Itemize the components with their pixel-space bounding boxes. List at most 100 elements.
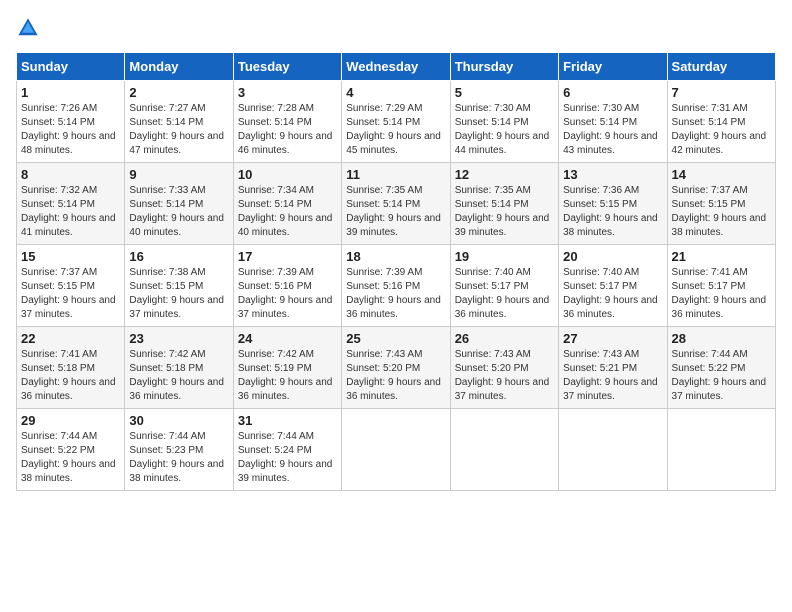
day-info: Sunrise: 7:30 AMSunset: 5:14 PMDaylight:… <box>563 102 662 158</box>
day-info: Sunrise: 7:29 AMSunset: 5:14 PMDaylight:… <box>346 102 445 158</box>
day-info: Sunrise: 7:34 AMSunset: 5:14 PMDaylight:… <box>238 184 337 240</box>
day-number: 7 <box>672 85 771 100</box>
calendar-cell: 22 Sunrise: 7:41 AMSunset: 5:18 PMDayligh… <box>17 327 125 409</box>
calendar-cell: 10 Sunrise: 7:34 AMSunset: 5:14 PMDayligh… <box>233 163 341 245</box>
day-number: 20 <box>563 249 662 264</box>
calendar-cell: 31 Sunrise: 7:44 AMSunset: 5:24 PMDayligh… <box>233 409 341 491</box>
day-number: 28 <box>672 331 771 346</box>
calendar-cell: 23 Sunrise: 7:42 AMSunset: 5:18 PMDayligh… <box>125 327 233 409</box>
calendar-cell: 27Sunrise: 7:43 AMSunset: 5:21 PMDayligh… <box>559 327 667 409</box>
day-number: 2 <box>129 85 228 100</box>
calendar-cell: 2 Sunrise: 7:27 AMSunset: 5:14 PMDaylight… <box>125 81 233 163</box>
day-number: 30 <box>129 413 228 428</box>
day-number: 15 <box>21 249 120 264</box>
day-info: Sunrise: 7:43 AMSunset: 5:20 PMDaylight:… <box>346 348 445 404</box>
day-header-thursday: Thursday <box>450 53 558 81</box>
calendar-cell: 26 Sunrise: 7:43 AMSunset: 5:20 PMDayligh… <box>450 327 558 409</box>
calendar-cell <box>342 409 450 491</box>
day-number: 17 <box>238 249 337 264</box>
calendar-cell: 21 Sunrise: 7:41 AMSunset: 5:17 PMDayligh… <box>667 245 775 327</box>
day-number: 26 <box>455 331 554 346</box>
day-info: Sunrise: 7:36 AMSunset: 5:15 PMDaylight:… <box>563 184 662 240</box>
day-header-sunday: Sunday <box>17 53 125 81</box>
day-number: 25 <box>346 331 445 346</box>
calendar-cell: 14 Sunrise: 7:37 AMSunset: 5:15 PMDayligh… <box>667 163 775 245</box>
day-number: 1 <box>21 85 120 100</box>
day-number: 22 <box>21 331 120 346</box>
day-info: Sunrise: 7:44 AMSunset: 5:22 PMDaylight:… <box>672 348 771 404</box>
day-number: 9 <box>129 167 228 182</box>
day-info: Sunrise: 7:40 AMSunset: 5:17 PMDaylight:… <box>455 266 554 322</box>
calendar-cell: 4 Sunrise: 7:29 AMSunset: 5:14 PMDaylight… <box>342 81 450 163</box>
calendar-cell: 3 Sunrise: 7:28 AMSunset: 5:14 PMDaylight… <box>233 81 341 163</box>
calendar-cell: 25 Sunrise: 7:43 AMSunset: 5:20 PMDayligh… <box>342 327 450 409</box>
day-info: Sunrise: 7:28 AMSunset: 5:14 PMDaylight:… <box>238 102 337 158</box>
page-header <box>16 16 776 40</box>
calendar-cell: 13 Sunrise: 7:36 AMSunset: 5:15 PMDayligh… <box>559 163 667 245</box>
day-number: 24 <box>238 331 337 346</box>
calendar-cell: 9 Sunrise: 7:33 AMSunset: 5:14 PMDaylight… <box>125 163 233 245</box>
calendar-cell: 24 Sunrise: 7:42 AMSunset: 5:19 PMDayligh… <box>233 327 341 409</box>
day-info: Sunrise: 7:41 AMSunset: 5:17 PMDaylight:… <box>672 266 771 322</box>
day-info: Sunrise: 7:40 AMSunset: 5:17 PMDaylight:… <box>563 266 662 322</box>
day-number: 13 <box>563 167 662 182</box>
day-info: Sunrise: 7:39 AMSunset: 5:16 PMDaylight:… <box>238 266 337 322</box>
day-info: Sunrise: 7:39 AMSunset: 5:16 PMDaylight:… <box>346 266 445 322</box>
calendar-cell: 12 Sunrise: 7:35 AMSunset: 5:14 PMDayligh… <box>450 163 558 245</box>
day-number: 12 <box>455 167 554 182</box>
calendar-cell: 15 Sunrise: 7:37 AMSunset: 5:15 PMDayligh… <box>17 245 125 327</box>
day-info: Sunrise: 7:44 AMSunset: 5:24 PMDaylight:… <box>238 430 337 486</box>
day-number: 19 <box>455 249 554 264</box>
calendar-cell: 20 Sunrise: 7:40 AMSunset: 5:17 PMDayligh… <box>559 245 667 327</box>
day-header-monday: Monday <box>125 53 233 81</box>
calendar-cell: 8 Sunrise: 7:32 AMSunset: 5:14 PMDaylight… <box>17 163 125 245</box>
day-info: Sunrise: 7:43 AMSunset: 5:20 PMDaylight:… <box>455 348 554 404</box>
calendar-cell <box>559 409 667 491</box>
day-info: Sunrise: 7:44 AMSunset: 5:22 PMDaylight:… <box>21 430 120 486</box>
day-info: Sunrise: 7:27 AMSunset: 5:14 PMDaylight:… <box>129 102 228 158</box>
day-info: Sunrise: 7:41 AMSunset: 5:18 PMDaylight:… <box>21 348 120 404</box>
day-number: 31 <box>238 413 337 428</box>
day-info: Sunrise: 7:43 AMSunset: 5:21 PMDaylight:… <box>563 348 662 404</box>
day-info: Sunrise: 7:35 AMSunset: 5:14 PMDaylight:… <box>455 184 554 240</box>
day-number: 18 <box>346 249 445 264</box>
calendar-cell: 5 Sunrise: 7:30 AMSunset: 5:14 PMDaylight… <box>450 81 558 163</box>
calendar-cell: 19 Sunrise: 7:40 AMSunset: 5:17 PMDayligh… <box>450 245 558 327</box>
calendar-cell: 1 Sunrise: 7:26 AMSunset: 5:14 PMDaylight… <box>17 81 125 163</box>
calendar-cell: 7 Sunrise: 7:31 AMSunset: 5:14 PMDaylight… <box>667 81 775 163</box>
calendar-cell: 18 Sunrise: 7:39 AMSunset: 5:16 PMDayligh… <box>342 245 450 327</box>
day-header-friday: Friday <box>559 53 667 81</box>
day-info: Sunrise: 7:42 AMSunset: 5:18 PMDaylight:… <box>129 348 228 404</box>
day-info: Sunrise: 7:37 AMSunset: 5:15 PMDaylight:… <box>21 266 120 322</box>
day-number: 3 <box>238 85 337 100</box>
calendar-cell: 17 Sunrise: 7:39 AMSunset: 5:16 PMDayligh… <box>233 245 341 327</box>
calendar-cell <box>667 409 775 491</box>
day-info: Sunrise: 7:33 AMSunset: 5:14 PMDaylight:… <box>129 184 228 240</box>
day-info: Sunrise: 7:35 AMSunset: 5:14 PMDaylight:… <box>346 184 445 240</box>
day-header-tuesday: Tuesday <box>233 53 341 81</box>
day-info: Sunrise: 7:31 AMSunset: 5:14 PMDaylight:… <box>672 102 771 158</box>
day-number: 14 <box>672 167 771 182</box>
day-number: 8 <box>21 167 120 182</box>
day-info: Sunrise: 7:37 AMSunset: 5:15 PMDaylight:… <box>672 184 771 240</box>
day-number: 11 <box>346 167 445 182</box>
day-number: 4 <box>346 85 445 100</box>
calendar-cell: 30 Sunrise: 7:44 AMSunset: 5:23 PMDayligh… <box>125 409 233 491</box>
calendar-cell: 29Sunrise: 7:44 AMSunset: 5:22 PMDayligh… <box>17 409 125 491</box>
logo <box>16 16 44 40</box>
day-number: 21 <box>672 249 771 264</box>
logo-icon <box>16 16 40 40</box>
calendar-cell: 6Sunrise: 7:30 AMSunset: 5:14 PMDaylight… <box>559 81 667 163</box>
day-header-wednesday: Wednesday <box>342 53 450 81</box>
calendar-cell <box>450 409 558 491</box>
calendar-cell: 11 Sunrise: 7:35 AMSunset: 5:14 PMDayligh… <box>342 163 450 245</box>
day-number: 23 <box>129 331 228 346</box>
day-info: Sunrise: 7:26 AMSunset: 5:14 PMDaylight:… <box>21 102 120 158</box>
calendar-cell: 28 Sunrise: 7:44 AMSunset: 5:22 PMDayligh… <box>667 327 775 409</box>
day-info: Sunrise: 7:44 AMSunset: 5:23 PMDaylight:… <box>129 430 228 486</box>
day-number: 5 <box>455 85 554 100</box>
day-number: 10 <box>238 167 337 182</box>
day-info: Sunrise: 7:32 AMSunset: 5:14 PMDaylight:… <box>21 184 120 240</box>
day-info: Sunrise: 7:42 AMSunset: 5:19 PMDaylight:… <box>238 348 337 404</box>
day-info: Sunrise: 7:30 AMSunset: 5:14 PMDaylight:… <box>455 102 554 158</box>
